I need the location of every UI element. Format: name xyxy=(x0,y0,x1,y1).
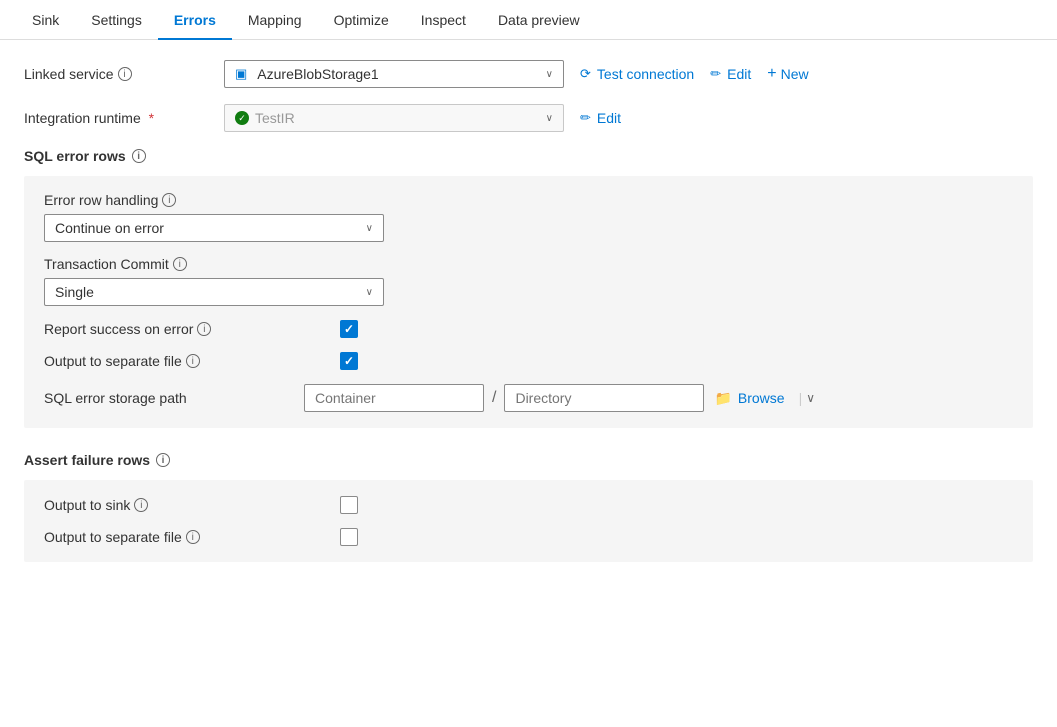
folder-icon: 📁 xyxy=(714,390,731,407)
tab-optimize[interactable]: Optimize xyxy=(318,0,405,40)
tab-settings[interactable]: Settings xyxy=(75,0,158,40)
error-row-handling-row: Error row handling i Continue on error ∨ xyxy=(44,192,1013,242)
tab-errors[interactable]: Errors xyxy=(158,0,232,40)
assert-output-separate-row: Output to separate file i xyxy=(44,528,1013,546)
transaction-commit-label: Transaction Commit xyxy=(44,256,169,272)
tab-data-preview[interactable]: Data preview xyxy=(482,0,596,40)
test-connection-button[interactable]: ⟳ Test connection xyxy=(580,66,694,82)
path-separator: / xyxy=(484,389,504,407)
error-row-handling-chevron-icon: ∨ xyxy=(366,223,373,234)
new-linked-service-label: New xyxy=(781,66,809,82)
browse-chevron-icon[interactable]: ∨ xyxy=(806,391,815,405)
sql-error-rows-info-icon[interactable]: i xyxy=(132,149,146,163)
sql-error-rows-header: SQL error rows i xyxy=(24,148,1033,164)
transaction-commit-dropdown[interactable]: Single ∨ xyxy=(44,278,384,306)
edit-pencil-icon: ✏ xyxy=(710,66,721,82)
error-row-handling-label: Error row handling xyxy=(44,192,158,208)
runtime-status-dot xyxy=(235,111,249,125)
edit-linked-service-label: Edit xyxy=(727,66,751,82)
sql-error-rows-section: Error row handling i Continue on error ∨… xyxy=(24,176,1033,428)
browse-separator: | xyxy=(795,390,807,406)
assert-output-sink-row: Output to sink i xyxy=(44,496,1013,514)
browse-label: Browse xyxy=(738,390,785,406)
output-separate-file-info-icon[interactable]: i xyxy=(186,354,200,368)
transaction-commit-info-icon[interactable]: i xyxy=(173,257,187,271)
test-connection-label: Test connection xyxy=(597,66,694,82)
linked-service-dropdown-value: ▣ AzureBlobStorage1 xyxy=(235,66,379,82)
container-input[interactable] xyxy=(304,384,484,412)
storage-path-inputs: / 📁 Browse | ∨ xyxy=(304,384,815,412)
error-row-handling-dropdown[interactable]: Continue on error ∨ xyxy=(44,214,384,242)
integration-runtime-dropdown[interactable]: TestIR ∨ xyxy=(224,104,564,132)
browse-button[interactable]: 📁 Browse xyxy=(704,390,794,407)
integration-runtime-value: TestIR xyxy=(255,110,295,126)
report-success-info-icon[interactable]: i xyxy=(197,322,211,336)
integration-runtime-chevron-icon: ∨ xyxy=(546,113,553,124)
edit-integration-runtime-label: Edit xyxy=(597,110,621,126)
edit-linked-service-button[interactable]: ✏ Edit xyxy=(710,66,751,82)
assert-output-separate-info-icon[interactable]: i xyxy=(186,530,200,544)
required-star: * xyxy=(145,110,154,126)
tab-bar: Sink Settings Errors Mapping Optimize In… xyxy=(0,0,1057,40)
assert-failure-rows-label: Assert failure rows xyxy=(24,452,150,468)
report-success-label: Report success on error xyxy=(44,321,193,337)
storage-path-label-text: SQL error storage path xyxy=(44,390,187,406)
report-success-checkbox[interactable] xyxy=(340,320,358,338)
report-success-row: Report success on error i xyxy=(44,320,1013,338)
transaction-commit-chevron-icon: ∨ xyxy=(366,287,373,298)
content-area: Linked service i ▣ AzureBlobStorage1 ∨ ⟳… xyxy=(0,40,1057,606)
assert-output-separate-checkbox[interactable] xyxy=(340,528,358,546)
assert-failure-rows-section: Output to sink i Output to separate file… xyxy=(24,480,1033,562)
linked-service-info-icon[interactable]: i xyxy=(118,67,132,81)
directory-input[interactable] xyxy=(504,384,704,412)
output-separate-file-row: Output to separate file i xyxy=(44,352,1013,370)
integration-runtime-status: TestIR xyxy=(235,110,295,126)
transaction-commit-value: Single xyxy=(55,284,94,300)
linked-service-value: AzureBlobStorage1 xyxy=(257,66,378,82)
integration-runtime-actions: ✏ Edit xyxy=(580,110,621,126)
test-connection-icon: ⟳ xyxy=(580,66,591,82)
tab-sink[interactable]: Sink xyxy=(16,0,75,40)
plus-icon: + xyxy=(767,65,776,83)
output-separate-file-checkbox[interactable] xyxy=(340,352,358,370)
integration-runtime-label: Integration runtime * xyxy=(24,110,224,126)
sql-error-rows-label: SQL error rows xyxy=(24,148,126,164)
assert-output-sink-info-icon[interactable]: i xyxy=(134,498,148,512)
new-linked-service-button[interactable]: + New xyxy=(767,65,808,83)
linked-service-label: Linked service i xyxy=(24,66,224,82)
edit-integration-runtime-button[interactable]: ✏ Edit xyxy=(580,110,621,126)
error-row-handling-value: Continue on error xyxy=(55,220,164,236)
assert-output-separate-label: Output to separate file xyxy=(44,529,182,545)
edit-runtime-pencil-icon: ✏ xyxy=(580,110,591,126)
blob-icon: ▣ xyxy=(235,66,247,82)
storage-path-label: SQL error storage path xyxy=(44,390,304,406)
tab-inspect[interactable]: Inspect xyxy=(405,0,482,40)
linked-service-chevron-icon: ∨ xyxy=(546,69,553,80)
assert-failure-rows-info-icon[interactable]: i xyxy=(156,453,170,467)
storage-path-row: SQL error storage path / 📁 Browse | ∨ xyxy=(44,384,1013,412)
assert-output-sink-checkbox[interactable] xyxy=(340,496,358,514)
integration-runtime-label-text: Integration runtime xyxy=(24,110,141,126)
linked-service-row: Linked service i ▣ AzureBlobStorage1 ∨ ⟳… xyxy=(24,60,1033,88)
assert-failure-rows-header: Assert failure rows i xyxy=(24,452,1033,468)
transaction-commit-row: Transaction Commit i Single ∨ xyxy=(44,256,1013,306)
tab-mapping[interactable]: Mapping xyxy=(232,0,318,40)
output-separate-file-label: Output to separate file xyxy=(44,353,182,369)
linked-service-label-text: Linked service xyxy=(24,66,114,82)
assert-output-sink-label: Output to sink xyxy=(44,497,130,513)
linked-service-actions: ⟳ Test connection ✏ Edit + New xyxy=(580,65,809,83)
error-row-handling-info-icon[interactable]: i xyxy=(162,193,176,207)
linked-service-dropdown[interactable]: ▣ AzureBlobStorage1 ∨ xyxy=(224,60,564,88)
integration-runtime-row: Integration runtime * TestIR ∨ ✏ Edit xyxy=(24,104,1033,132)
